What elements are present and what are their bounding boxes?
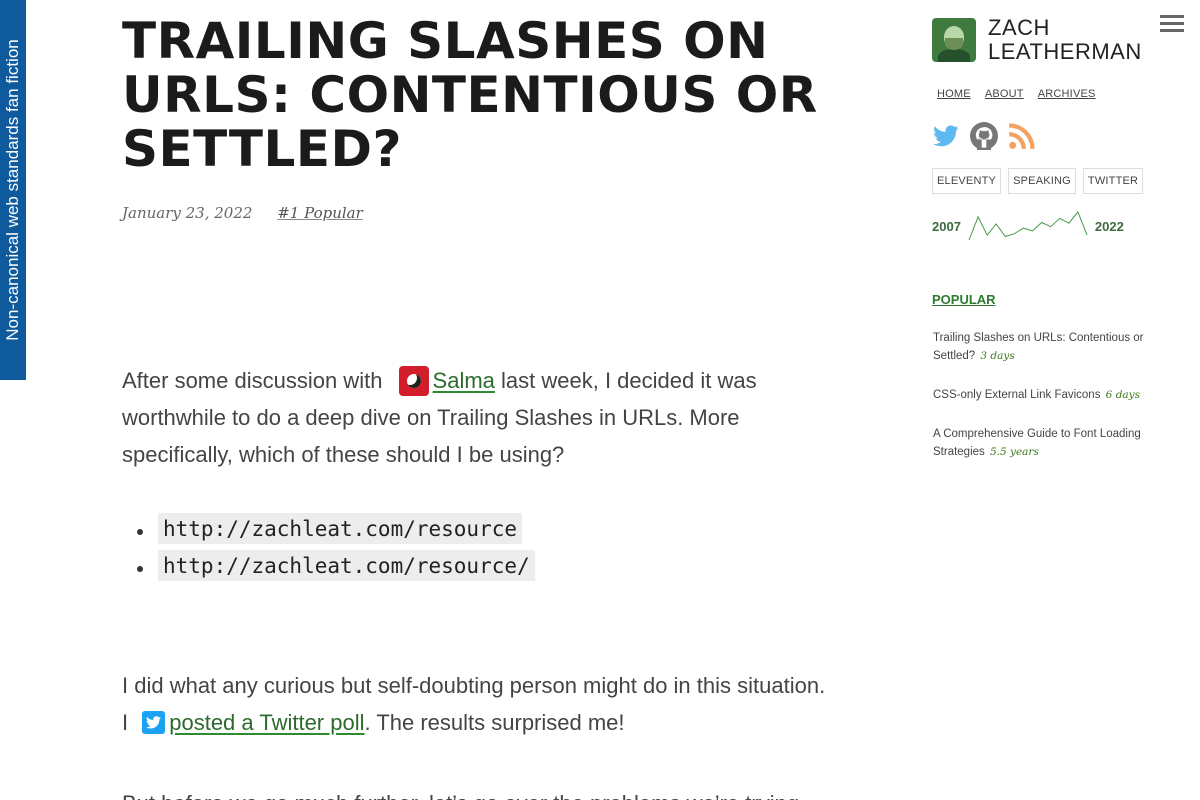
list-item[interactable]: A Comprehensive Guide to Font Loading St… (933, 425, 1162, 461)
popular-post-link[interactable]: CSS-only External Link Favicons (933, 389, 1100, 401)
tag-twitter[interactable]: TWITTER (1082, 168, 1144, 194)
page-title: Trailing Slashes on URLs: Contentious or… (122, 12, 818, 178)
fan-fiction-ribbon[interactable]: Non-canonical web standards fan fiction (0, 0, 26, 380)
tag-eleventy[interactable]: ELEVENTY (932, 168, 1002, 194)
tag-speaking[interactable]: SPEAKING (1008, 168, 1076, 194)
article-body: After some discussion with Salma last we… (122, 362, 834, 800)
popular-rank-link[interactable]: #1 Popular (277, 204, 363, 222)
main-nav: HOME ABOUT ARCHIVES (932, 88, 1162, 100)
twitter-poll-link[interactable]: posted a Twitter poll (169, 710, 364, 735)
sparkline-series-line (968, 211, 1088, 241)
nav-home[interactable]: HOME (937, 88, 971, 100)
popular-post-age: 5.5 years (989, 446, 1039, 458)
popular-post-age: 6 days (1105, 389, 1140, 401)
twitter-icon[interactable] (932, 122, 960, 150)
list-item[interactable]: Trailing Slashes on URLs: Contentious or… (933, 329, 1162, 365)
nav-about[interactable]: ABOUT (985, 88, 1024, 100)
list-item: http://zachleat.com/resource/ (122, 550, 834, 587)
sidebar: ZACH LEATHERMAN HOME ABOUT ARCHIVES ELEV… (932, 16, 1162, 482)
popular-posts-list: Trailing Slashes on URLs: Contentious or… (932, 329, 1162, 461)
hamburger-menu-icon[interactable] (1160, 15, 1185, 33)
article-date: January 23, 2022 (122, 204, 253, 222)
sparkline-end-year: 2022 (1094, 218, 1124, 234)
posting-sparkline: 2007 2022 (932, 210, 1162, 242)
popular-heading[interactable]: POPULAR (932, 292, 1162, 307)
rss-icon[interactable] (1008, 122, 1036, 150)
site-brand[interactable]: ZACH LEATHERMAN (932, 16, 1162, 64)
intro-text-before: After some discussion with (122, 368, 389, 393)
salma-link[interactable]: Salma (433, 368, 495, 393)
site-name-line2: LEATHERMAN (988, 39, 1142, 64)
topic-tags: ELEVENTY SPEAKING TWITTER (932, 168, 1162, 194)
site-name-line1: ZACH (988, 15, 1050, 40)
salma-avatar-icon (398, 366, 429, 396)
social-links (932, 122, 1162, 150)
github-icon[interactable] (970, 122, 998, 150)
problems-paragraph: But before we go much further, let’s go … (122, 785, 834, 800)
author-avatar[interactable] (932, 18, 976, 62)
article-header: Trailing Slashes on URLs: Contentious or… (122, 14, 832, 222)
intro-paragraph: After some discussion with Salma last we… (122, 362, 834, 473)
nav-archives[interactable]: ARCHIVES (1038, 88, 1096, 100)
twitter-badge-icon (142, 711, 166, 734)
url-options-list: http://zachleat.com/resource http://zach… (122, 513, 834, 587)
article-meta: January 23, 2022 #1 Popular (122, 204, 832, 222)
url-with-slash: http://zachleat.com/resource/ (158, 550, 535, 581)
poll-paragraph: I did what any curious but self-doubting… (122, 667, 834, 741)
sparkline-start-year: 2007 (932, 218, 961, 234)
list-item[interactable]: CSS-only External Link Favicons 6 days (933, 386, 1162, 404)
popular-post-link[interactable]: Trailing Slashes on URLs: Contentious or… (933, 332, 1144, 362)
url-without-slash: http://zachleat.com/resource (158, 513, 523, 544)
popular-post-age: 3 days (980, 350, 1015, 362)
sparkline-chart (968, 211, 1088, 241)
poll-text-after: . The results surprised me! (364, 710, 625, 735)
site-name[interactable]: ZACH LEATHERMAN (988, 16, 1142, 64)
list-item: http://zachleat.com/resource (122, 513, 834, 550)
ribbon-label[interactable]: Non-canonical web standards fan fiction (3, 39, 23, 340)
